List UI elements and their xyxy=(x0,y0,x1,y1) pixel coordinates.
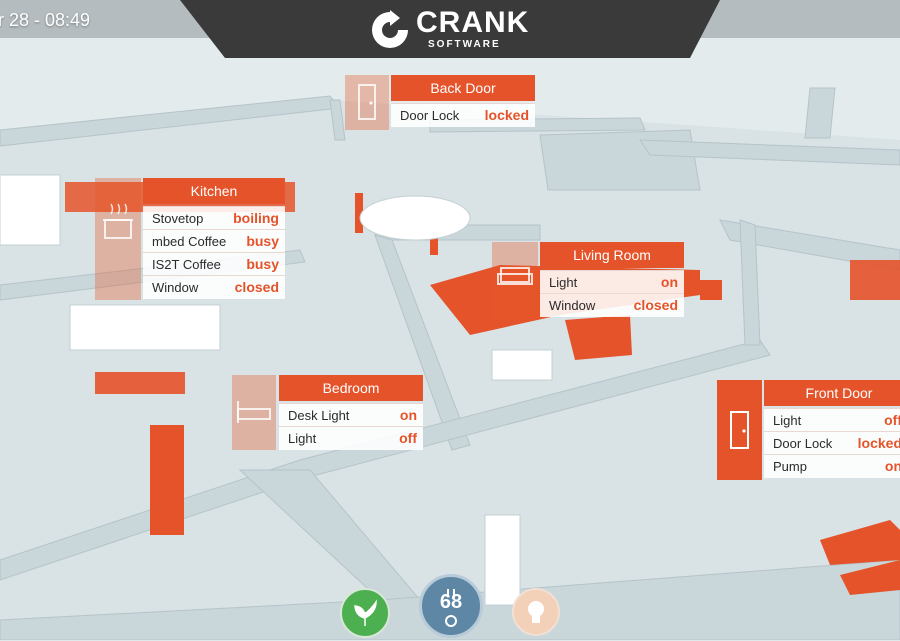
living-room-row-window[interactable]: Window closed xyxy=(540,293,684,317)
row-value: boiling xyxy=(233,210,279,226)
row-value: locked xyxy=(857,435,900,451)
row-value: busy xyxy=(246,256,279,272)
kitchen-row-window[interactable]: Window closed xyxy=(143,275,285,299)
bedroom-panel[interactable]: Bedroom Desk Light on Light off xyxy=(232,375,423,450)
back-door-title: Back Door xyxy=(391,75,535,101)
kitchen-icon-box xyxy=(95,178,141,300)
front-door-row-pump[interactable]: Pump on xyxy=(764,454,900,478)
brand-name: CRANK xyxy=(416,6,530,39)
row-value: closed xyxy=(633,297,678,313)
bedroom-icon-box xyxy=(232,375,276,450)
front-door-row-door-lock[interactable]: Door Lock locked xyxy=(764,431,900,455)
temperature-value: 68 xyxy=(439,591,463,613)
row-value: busy xyxy=(246,233,279,249)
bulb-icon xyxy=(528,601,544,623)
row-value: closed xyxy=(234,279,279,295)
row-label: IS2T Coffee xyxy=(152,257,221,272)
back-door-row-door-lock[interactable]: Door Lock locked xyxy=(391,103,535,127)
kitchen-panel[interactable]: Kitchen Stovetop boiling mbed Coffee bus… xyxy=(95,178,285,300)
kitchen-row-stovetop[interactable]: Stovetop boiling xyxy=(143,206,285,230)
row-label: Window xyxy=(549,298,596,313)
row-label: Light xyxy=(773,413,802,428)
door-icon xyxy=(730,411,749,449)
back-door-panel[interactable]: Back Door Door Lock locked xyxy=(345,75,535,130)
bedroom-row-light[interactable]: Light off xyxy=(279,426,423,450)
bed-icon xyxy=(237,401,271,423)
row-value: off xyxy=(399,430,417,446)
eco-button[interactable] xyxy=(340,588,390,638)
living-room-icon-box xyxy=(492,242,538,318)
row-value: on xyxy=(399,407,417,423)
row-label: Light xyxy=(549,275,578,290)
front-door-row-light[interactable]: Light off xyxy=(764,408,900,432)
bedroom-title: Bedroom xyxy=(279,375,423,401)
bedroom-row-desk-light[interactable]: Desk Light on xyxy=(279,403,423,427)
living-room-title: Living Room xyxy=(540,242,684,268)
brand-subtitle: SOFTWARE xyxy=(428,39,501,50)
row-label: Stovetop xyxy=(152,211,204,226)
row-value: on xyxy=(660,274,678,290)
lights-button[interactable] xyxy=(512,588,560,636)
row-label: Window xyxy=(152,280,199,295)
thermostat-button[interactable]: 68 xyxy=(419,574,483,638)
crank-logo-icon xyxy=(372,10,408,48)
front-door-panel[interactable]: Front Door Light off Door Lock locked Pu… xyxy=(717,380,900,480)
row-label: mbed Coffee xyxy=(152,234,227,249)
door-icon xyxy=(358,84,376,120)
kitchen-title: Kitchen xyxy=(143,178,285,204)
living-room-panel[interactable]: Living Room Light on Window closed xyxy=(492,242,684,318)
row-label: Light xyxy=(288,431,317,446)
back-door-icon-box xyxy=(345,75,389,130)
kitchen-row-mbed-coffee[interactable]: mbed Coffee busy xyxy=(143,229,285,253)
row-value: locked xyxy=(484,107,529,123)
stove-icon xyxy=(103,203,133,239)
row-label: Desk Light xyxy=(288,408,350,423)
crank-logo: CRANK SOFTWARE xyxy=(368,6,538,54)
row-value: off xyxy=(884,412,900,428)
row-label: Door Lock xyxy=(400,108,460,123)
leaf-icon xyxy=(354,599,377,626)
front-door-title: Front Door xyxy=(764,380,900,406)
datetime-label: r 28 - 08:49 xyxy=(0,10,91,30)
row-label: Door Lock xyxy=(773,436,833,451)
sofa-icon xyxy=(497,267,533,285)
row-value: on xyxy=(884,458,900,474)
top-bar: r 28 - 08:49 CRANK SOFTWARE xyxy=(0,0,900,60)
row-label: Pump xyxy=(773,459,807,474)
kitchen-row-is2t-coffee[interactable]: IS2T Coffee busy xyxy=(143,252,285,276)
front-door-icon-box xyxy=(717,380,762,480)
living-room-row-light[interactable]: Light on xyxy=(540,270,684,294)
